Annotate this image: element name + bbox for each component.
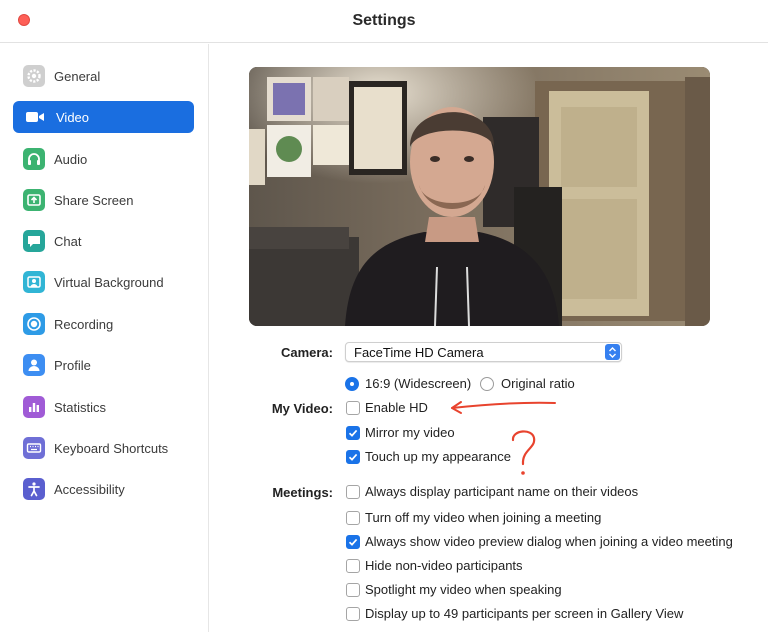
camera-select-value: FaceTime HD Camera xyxy=(354,345,484,360)
sidebar-item-recording[interactable]: Recording xyxy=(13,308,194,340)
sidebar: General Video Audio Share Screen Chat Vi… xyxy=(0,44,209,632)
video-preview-dialog-checkbox[interactable] xyxy=(346,534,360,549)
sidebar-item-label: Accessibility xyxy=(54,481,125,497)
sidebar-item-label: Video xyxy=(56,109,90,125)
gallery-49-option[interactable]: Display up to 49 participants per screen… xyxy=(346,606,683,621)
sidebar-item-label: Recording xyxy=(54,316,114,332)
spotlight-video-checkbox[interactable] xyxy=(346,582,360,597)
checkbox-label: Always show video preview dialog when jo… xyxy=(365,534,733,549)
touch-up-option[interactable]: Touch up my appearance xyxy=(346,449,511,464)
gear-icon xyxy=(23,65,45,87)
sidebar-item-label: General xyxy=(54,68,101,84)
sidebar-item-chat[interactable]: Chat xyxy=(13,225,194,257)
sidebar-item-label: Chat xyxy=(54,233,82,249)
checkbox-label: Spotlight my video when speaking xyxy=(365,582,562,597)
sidebar-item-label: Audio xyxy=(54,151,88,167)
question-mark-annotation xyxy=(511,430,536,475)
ratio-widescreen-option[interactable]: 16:9 (Widescreen) xyxy=(345,376,471,391)
radio-label: 16:9 (Widescreen) xyxy=(365,376,472,391)
radio-original-ratio[interactable] xyxy=(480,376,494,391)
chevron-up-down-icon xyxy=(605,344,620,360)
video-preview-dialog-option[interactable]: Always show video preview dialog when jo… xyxy=(346,534,733,549)
radio-label: Original ratio xyxy=(501,376,575,391)
my-video-label: My Video: xyxy=(271,401,333,416)
gallery-49-checkbox[interactable] xyxy=(346,606,360,621)
checkbox-label: Display up to 49 participants per screen… xyxy=(365,606,684,621)
person-icon xyxy=(23,354,45,376)
sidebar-item-label: Keyboard Shortcuts xyxy=(54,440,169,456)
camera-label: Camera: xyxy=(280,345,333,360)
sidebar-item-accessibility[interactable]: Accessibility xyxy=(13,473,194,505)
turn-off-video-option[interactable]: Turn off my video when joining a meeting xyxy=(346,510,601,525)
checkbox-label: Mirror my video xyxy=(365,425,455,440)
hide-non-video-option[interactable]: Hide non-video participants xyxy=(346,558,523,573)
touch-up-checkbox[interactable] xyxy=(346,449,360,464)
mirror-video-checkbox[interactable] xyxy=(346,425,360,440)
display-participant-name-checkbox[interactable] xyxy=(346,484,360,499)
checkbox-label: Hide non-video participants xyxy=(365,558,523,573)
record-icon xyxy=(23,313,45,335)
enable-hd-checkbox[interactable] xyxy=(346,400,360,415)
sidebar-item-label: Share Screen xyxy=(54,192,134,208)
title-bar: Settings xyxy=(0,0,768,43)
headphones-icon xyxy=(23,148,45,170)
sidebar-item-video[interactable]: Video xyxy=(13,101,194,133)
sidebar-item-virtual-background[interactable]: Virtual Background xyxy=(13,266,194,298)
sidebar-item-audio[interactable]: Audio xyxy=(13,143,194,175)
video-camera-icon xyxy=(23,106,47,128)
checkbox-label: Always display participant name on their… xyxy=(365,484,639,499)
sidebar-item-share-screen[interactable]: Share Screen xyxy=(13,184,194,216)
enable-hd-option[interactable]: Enable HD xyxy=(346,400,428,415)
camera-select[interactable]: FaceTime HD Camera xyxy=(345,342,622,362)
checkbox-label: Enable HD xyxy=(365,400,428,415)
sidebar-item-label: Statistics xyxy=(54,399,107,415)
keyboard-icon xyxy=(23,437,45,459)
sidebar-item-keyboard-shortcuts[interactable]: Keyboard Shortcuts xyxy=(13,432,194,464)
spotlight-video-option[interactable]: Spotlight my video when speaking xyxy=(346,582,562,597)
sidebar-item-label: Virtual Background xyxy=(54,274,164,290)
meetings-label: Meetings: xyxy=(272,485,333,500)
hide-non-video-checkbox[interactable] xyxy=(346,558,360,573)
ratio-original-option[interactable]: Original ratio xyxy=(480,376,575,391)
virtual-background-icon xyxy=(23,271,45,293)
mirror-video-option[interactable]: Mirror my video xyxy=(346,425,455,440)
camera-preview xyxy=(249,67,710,326)
window-title: Settings xyxy=(352,12,416,29)
display-participant-name-option[interactable]: Always display participant name on their… xyxy=(346,484,638,499)
share-screen-icon xyxy=(23,189,45,211)
bar-chart-icon xyxy=(23,396,45,418)
sidebar-item-profile[interactable]: Profile xyxy=(13,349,194,381)
checkbox-label: Turn off my video when joining a meeting xyxy=(365,510,602,525)
turn-off-video-checkbox[interactable] xyxy=(346,510,360,525)
checkbox-label: Touch up my appearance xyxy=(365,449,511,464)
red-arrow-annotation xyxy=(451,401,556,414)
sidebar-item-label: Profile xyxy=(54,357,91,373)
sidebar-item-general[interactable]: General xyxy=(13,60,194,92)
accessibility-icon xyxy=(23,478,45,500)
chat-bubble-icon xyxy=(23,230,45,252)
sidebar-item-statistics[interactable]: Statistics xyxy=(13,391,194,423)
radio-widescreen[interactable] xyxy=(345,376,359,391)
